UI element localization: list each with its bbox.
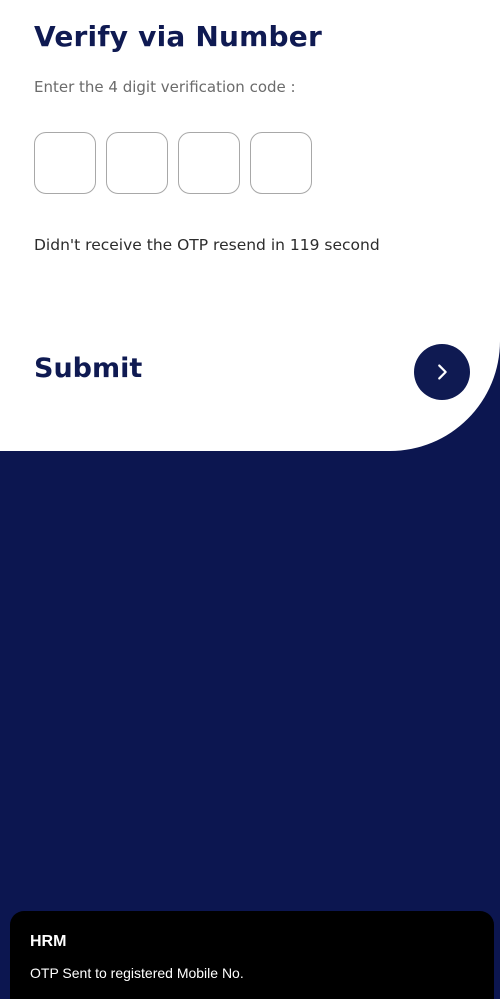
verify-card: Verify via Number Enter the 4 digit veri… xyxy=(0,0,500,451)
page-title: Verify via Number xyxy=(34,20,322,53)
submit-label: Submit xyxy=(34,353,143,384)
chevron-right-icon xyxy=(438,364,447,380)
submit-button[interactable] xyxy=(414,344,470,400)
toast-message: OTP Sent to registered Mobile No. xyxy=(30,965,244,981)
screen: Verify via Number Enter the 4 digit veri… xyxy=(0,0,500,999)
resend-countdown: Didn't receive the OTP resend in 119 sec… xyxy=(34,236,380,254)
otp-input-group xyxy=(34,132,312,194)
toast-title: HRM xyxy=(30,933,67,950)
otp-digit-3[interactable] xyxy=(178,132,240,194)
otp-digit-2[interactable] xyxy=(106,132,168,194)
otp-digit-4[interactable] xyxy=(250,132,312,194)
otp-digit-1[interactable] xyxy=(34,132,96,194)
otp-instruction: Enter the 4 digit verification code : xyxy=(34,78,296,96)
toast-notification: HRM OTP Sent to registered Mobile No. xyxy=(10,911,494,999)
